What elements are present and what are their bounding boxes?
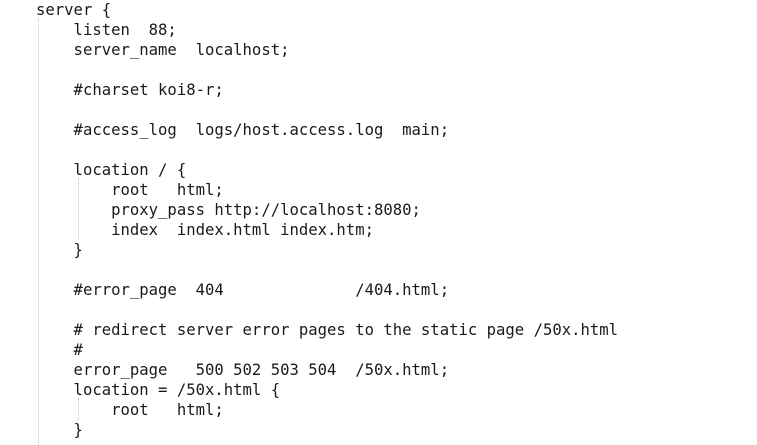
- code-line: #charset koi8-r;: [36, 81, 224, 99]
- code-line: location = /50x.html {: [36, 381, 281, 399]
- code-line: root html;: [36, 181, 224, 199]
- code-line: #access_log logs/host.access.log main;: [36, 121, 450, 139]
- code-line: server {: [36, 1, 112, 19]
- code-line: #: [36, 341, 83, 359]
- code-line: location / {: [36, 161, 187, 179]
- code-line: proxy_pass http://localhost:8080;: [36, 201, 421, 219]
- code-line: index index.html index.htm;: [36, 221, 374, 239]
- code-editor[interactable]: server { listen 88; server_name localhos…: [0, 0, 757, 445]
- code-line: listen 88;: [36, 21, 177, 39]
- code-line: error_page 500 502 503 504 /50x.html;: [36, 361, 450, 379]
- code-line: }: [36, 421, 83, 439]
- code-line: # redirect server error pages to the sta…: [36, 321, 619, 339]
- code-line: server_name localhost;: [36, 41, 290, 59]
- code-line: #error_page 404 /404.html;: [36, 281, 450, 299]
- code-line: }: [36, 241, 83, 259]
- code-line: root html;: [36, 401, 224, 419]
- code-block[interactable]: server { listen 88; server_name localhos…: [36, 0, 618, 440]
